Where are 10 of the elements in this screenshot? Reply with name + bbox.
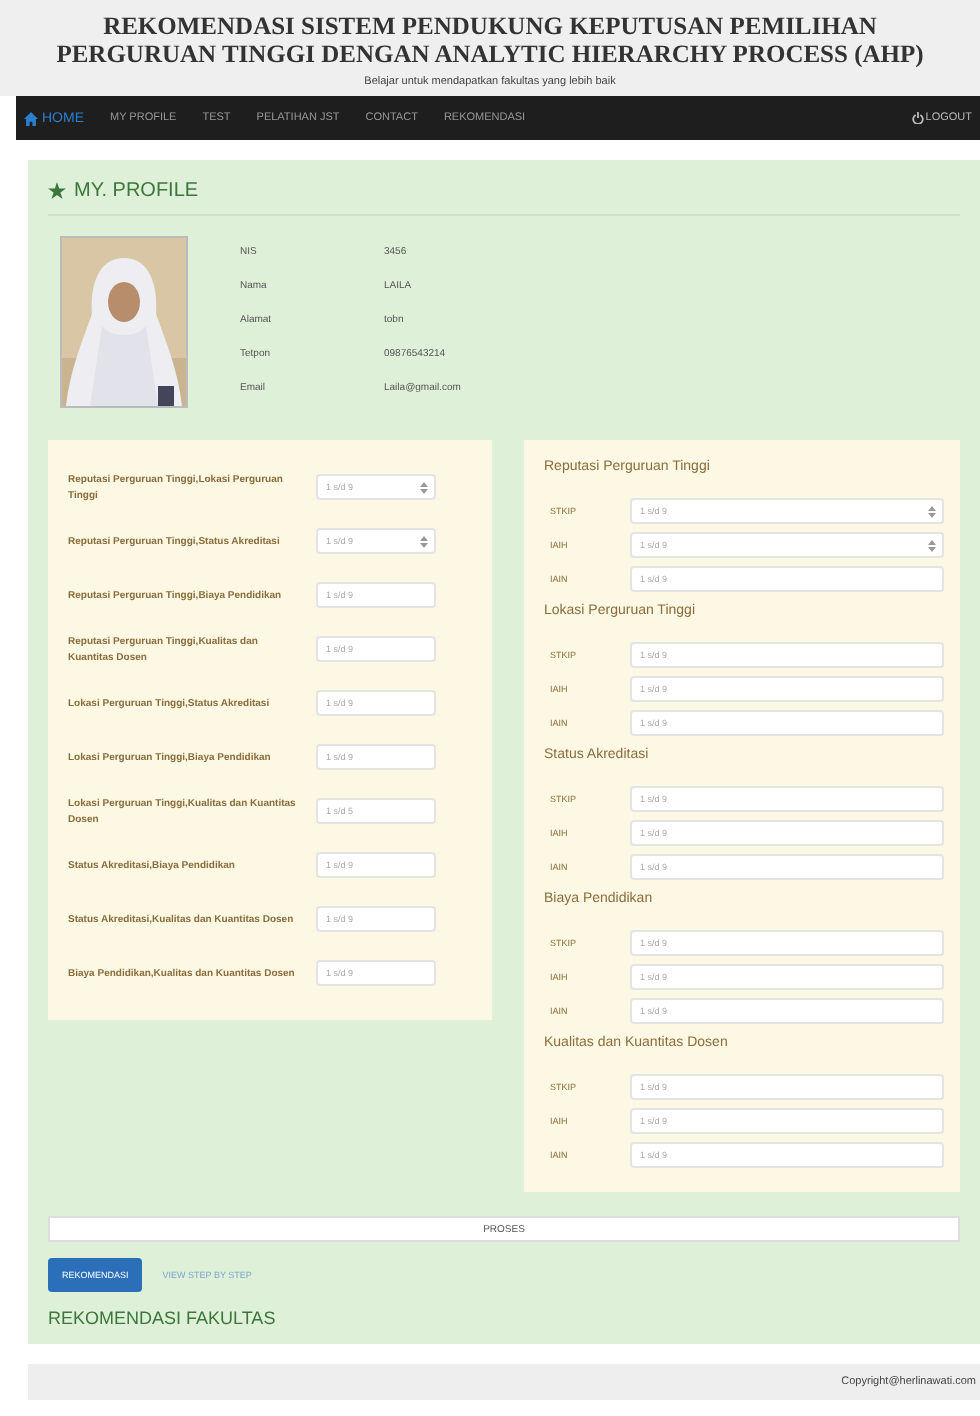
- section-heading: MY. PROFILE: [74, 180, 199, 202]
- power-icon: [911, 112, 924, 124]
- result-heading: REKOMENDASI FAKULTAS: [48, 1308, 278, 1328]
- spinner-icon[interactable]: [420, 535, 428, 547]
- star-icon: [48, 182, 66, 200]
- home-icon: [24, 111, 38, 125]
- spinner-icon[interactable]: [420, 481, 428, 493]
- spinner-icon[interactable]: [928, 539, 936, 551]
- page-title: REKOMENDASI SISTEM PENDUKUNG KEPUTUSAN PEMILIHAN PERGURUAN TINGGI DENGAN ANALYTIC HIERARCHY PROCESS (AHP): [54, 12, 926, 68]
- spinner-icon[interactable]: [928, 505, 936, 517]
